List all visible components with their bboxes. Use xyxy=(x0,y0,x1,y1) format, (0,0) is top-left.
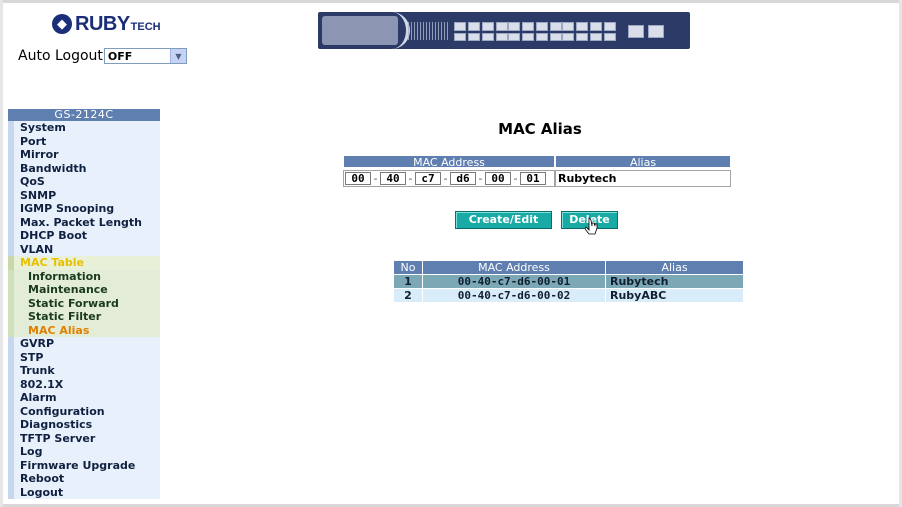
sidebar-item-log[interactable]: Log xyxy=(8,445,160,459)
table-row[interactable]: 2 00-40-c7-d6-00-02 RubyABC xyxy=(393,288,744,303)
mac-octet-4-field[interactable]: d6 xyxy=(450,172,476,185)
row-no: 1 xyxy=(393,274,423,289)
sfp-slot-1 xyxy=(628,25,644,38)
col-mac-header: MAC Address xyxy=(422,260,606,275)
logo-subtext: TECH xyxy=(130,21,161,33)
sidebar-title: GS-2124C xyxy=(8,109,160,121)
mouse-pointer-icon xyxy=(585,217,598,235)
sidebar-subitem-mac-alias[interactable]: MAC Alias xyxy=(8,323,160,337)
sidebar-item-max-packet-length[interactable]: Max. Packet Length xyxy=(8,215,160,229)
port-group-2 xyxy=(508,21,562,41)
sidebar-item-system[interactable]: System xyxy=(8,121,160,135)
alias-field[interactable]: Rubytech xyxy=(555,170,731,187)
octet-separator: - xyxy=(513,172,518,185)
create-edit-button[interactable]: Create/Edit xyxy=(455,211,552,229)
mac-alias-list-table: No MAC Address Alias 1 00-40-c7-d6-00-01… xyxy=(393,260,744,303)
device-curve xyxy=(366,12,410,49)
mac-octet-5-field[interactable]: 00 xyxy=(485,172,511,185)
sidebar-item-alarm[interactable]: Alarm xyxy=(8,391,160,405)
row-mac-address: 00-40-c7-d6-00-02 xyxy=(422,288,606,303)
sidebar-item-gvrp[interactable]: GVRP xyxy=(8,337,160,351)
mac-octet-2-field[interactable]: 40 xyxy=(380,172,406,185)
mac-octet-3-field[interactable]: c7 xyxy=(415,172,441,185)
alias-header: Alias xyxy=(555,155,731,169)
mac-address-inputs: 00 - 40 - c7 - d6 - 00 - 01 xyxy=(343,170,555,187)
sidebar-subitem-maintenance[interactable]: Maintenance xyxy=(8,283,160,297)
table-row[interactable]: 1 00-40-c7-d6-00-01 Rubytech xyxy=(393,274,744,289)
form-header-row: MAC Address Alias xyxy=(343,155,731,169)
row-alias: Rubytech xyxy=(605,274,744,289)
sidebar-item-snmp[interactable]: SNMP xyxy=(8,188,160,202)
port-group-1 xyxy=(454,21,508,41)
table-header-row: No MAC Address Alias xyxy=(393,260,744,275)
auto-logout-value: OFF xyxy=(107,49,133,63)
sidebar-item-reboot[interactable]: Reboot xyxy=(8,472,160,486)
window-border-left xyxy=(0,0,3,507)
sidebar-item-8021x[interactable]: 802.1X xyxy=(8,377,160,391)
row-mac-address: 00-40-c7-d6-00-01 xyxy=(422,274,606,289)
mac-octet-1-field[interactable]: 00 xyxy=(345,172,371,185)
sidebar-item-firmware-upgrade[interactable]: Firmware Upgrade xyxy=(8,458,160,472)
logo-text: RUBY xyxy=(75,12,130,35)
sidebar-item-port[interactable]: Port xyxy=(8,134,160,148)
octet-separator: - xyxy=(373,172,378,185)
sidebar-item-dhcp-boot[interactable]: DHCP Boot xyxy=(8,229,160,243)
port-group-3 xyxy=(562,21,616,41)
ruby-logo-icon: ◆ xyxy=(52,14,72,34)
sidebar-item-trunk[interactable]: Trunk xyxy=(8,364,160,378)
window-border-top xyxy=(0,0,902,3)
page-title: MAC Alias xyxy=(498,120,582,138)
sidebar-item-mirror[interactable]: Mirror xyxy=(8,148,160,162)
auto-logout-select[interactable]: OFF ▼ xyxy=(103,48,187,64)
mac-address-header: MAC Address xyxy=(343,155,555,169)
row-no: 2 xyxy=(393,288,423,303)
col-alias-header: Alias xyxy=(605,260,744,275)
switch-front-panel-image xyxy=(318,12,690,49)
sidebar-menu: GS-2124C System Port Mirror Bandwidth Qo… xyxy=(8,109,160,499)
sidebar-item-igmp-snooping[interactable]: IGMP Snooping xyxy=(8,202,160,216)
col-no-header: No xyxy=(393,260,423,275)
sidebar-item-vlan[interactable]: VLAN xyxy=(8,242,160,256)
device-led-grill xyxy=(408,22,448,40)
sidebar-item-stp[interactable]: STP xyxy=(8,350,160,364)
sidebar-item-mac-table[interactable]: MAC Table xyxy=(8,256,160,270)
mac-alias-form: MAC Address Alias 00 - 40 - c7 - d6 - 00… xyxy=(343,155,731,187)
sidebar-subitem-static-forward[interactable]: Static Forward xyxy=(8,296,160,310)
mac-octet-6-field[interactable]: 01 xyxy=(520,172,546,185)
form-input-row: 00 - 40 - c7 - d6 - 00 - 01 Rubytech xyxy=(343,170,731,187)
brand-logo: ◆ RUBY TECH xyxy=(52,12,161,36)
sfp-slot-2 xyxy=(648,25,664,38)
auto-logout-label: Auto Logout xyxy=(18,48,103,64)
sidebar-item-bandwidth[interactable]: Bandwidth xyxy=(8,161,160,175)
octet-separator: - xyxy=(443,172,448,185)
sidebar-item-logout[interactable]: Logout xyxy=(8,485,160,499)
row-alias: RubyABC xyxy=(605,288,744,303)
sidebar-item-diagnostics[interactable]: Diagnostics xyxy=(8,418,160,432)
sidebar-subitem-static-filter[interactable]: Static Filter xyxy=(8,310,160,324)
sidebar-item-qos[interactable]: QoS xyxy=(8,175,160,189)
sidebar-item-configuration[interactable]: Configuration xyxy=(8,404,160,418)
octet-separator: - xyxy=(408,172,413,185)
sidebar-subitem-information[interactable]: Information xyxy=(8,269,160,283)
octet-separator: - xyxy=(478,172,483,185)
chevron-down-icon[interactable]: ▼ xyxy=(169,49,186,63)
sidebar-item-tftp-server[interactable]: TFTP Server xyxy=(8,431,160,445)
auto-logout: Auto Logout OFF ▼ xyxy=(18,48,187,64)
